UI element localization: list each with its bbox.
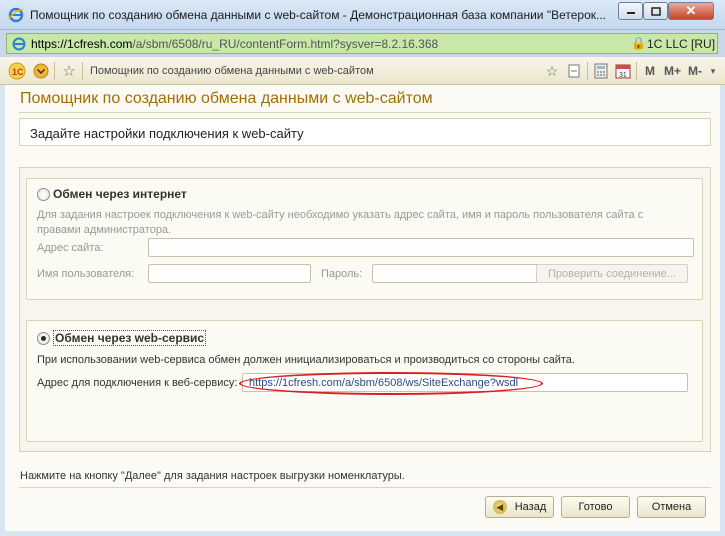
- minimize-button[interactable]: [618, 2, 643, 20]
- url-text: https://1cfresh.com/a/sbm/6508/ru_RU/con…: [31, 37, 438, 51]
- username-input[interactable]: [148, 264, 311, 283]
- check-connection-button[interactable]: Проверить соединение...: [536, 264, 688, 283]
- maximize-button[interactable]: [643, 2, 668, 20]
- done-button-label: Готово: [578, 501, 613, 513]
- webservice-address-label: Адрес для подключения к веб-сервису:: [37, 377, 238, 389]
- username-label: Имя пользователя:: [37, 268, 135, 280]
- toolbar-separator: [636, 62, 637, 80]
- url-host: https://1cfresh.com: [31, 37, 133, 51]
- form-content: Помощник по созданию обмена данными с we…: [5, 85, 720, 531]
- toolbar-separator: [54, 62, 55, 80]
- window-titlebar: Помощник по созданию обмена данными с we…: [0, 0, 725, 30]
- internet-exchange-group: Обмен через интернет Для задания настрое…: [26, 178, 703, 300]
- link-icon[interactable]: [565, 62, 583, 80]
- password-label: Пароль:: [321, 268, 363, 280]
- calculator-icon[interactable]: [592, 62, 610, 80]
- back-button[interactable]: ◀ Назад: [485, 496, 554, 518]
- page-title: Помощник по созданию обмена данными с we…: [20, 90, 433, 107]
- toolbar-separator: [82, 62, 83, 80]
- 1c-logo-icon[interactable]: 1С: [8, 62, 26, 80]
- internet-exchange-option[interactable]: Обмен через интернет: [37, 187, 187, 201]
- memory-plus-button[interactable]: M+: [664, 64, 681, 78]
- toolbar-overflow-icon[interactable]: ▾: [704, 62, 722, 80]
- memory-button[interactable]: M: [645, 64, 655, 78]
- maximize-icon: [650, 6, 661, 16]
- webservice-address-value: https://1cfresh.com/a/sbm/6508/ws/SiteEx…: [249, 377, 519, 389]
- minimize-icon: [626, 12, 635, 14]
- close-icon: ✕: [685, 3, 697, 18]
- title-divider: [19, 112, 711, 113]
- internet-exchange-label[interactable]: Обмен через интернет: [53, 187, 187, 201]
- internet-exchange-help: Для задания настроек подключения к web-с…: [37, 209, 644, 236]
- toolbar-separator: [587, 62, 588, 80]
- svg-text:1С: 1С: [12, 67, 24, 77]
- toolbar-page-label: Помощник по созданию обмена данными с we…: [90, 65, 374, 77]
- address-bar: https://1cfresh.com/a/sbm/6508/ru_RU/con…: [0, 30, 725, 57]
- star-icon[interactable]: ☆: [60, 62, 78, 80]
- internet-explorer-icon: [8, 7, 24, 23]
- cancel-button-label: Отмена: [651, 501, 692, 513]
- done-button[interactable]: Готово: [561, 496, 630, 518]
- site-address-label: Адрес сайта:: [37, 242, 104, 254]
- footer-divider: [19, 487, 711, 488]
- back-arrow-icon: ◀: [492, 500, 507, 514]
- url-field[interactable]: https://1cfresh.com/a/sbm/6508/ru_RU/con…: [6, 33, 718, 54]
- site-address-input[interactable]: [148, 238, 694, 257]
- webservice-exchange-label[interactable]: Обмен через web-сервис: [53, 330, 207, 346]
- webservice-exchange-radio[interactable]: [37, 331, 50, 345]
- step-header: Задайте настройки подключения к web-сайт…: [19, 118, 711, 146]
- url-path: /a/sbm/6508/ru_RU/contentForm.html?sysve…: [132, 37, 439, 51]
- window-title: Помощник по созданию обмена данными с we…: [30, 8, 606, 22]
- footnote-hint: Нажмите на кнопку "Далее" для задания на…: [20, 470, 405, 482]
- webservice-address-input[interactable]: https://1cfresh.com/a/sbm/6508/ws/SiteEx…: [242, 373, 688, 392]
- certificate-label[interactable]: 1C LLC [RU]: [647, 37, 715, 51]
- webservice-exchange-group: Обмен через web-сервис При использовании…: [26, 320, 703, 442]
- webservice-exchange-help: При использовании web-сервиса обмен долж…: [37, 354, 575, 366]
- back-button-label: Назад: [514, 501, 547, 513]
- page-icon: [12, 37, 26, 51]
- cancel-button[interactable]: Отмена: [637, 496, 706, 518]
- main-menu-icon[interactable]: [32, 62, 50, 80]
- webservice-exchange-option[interactable]: Обмен через web-сервис: [37, 330, 207, 346]
- calendar-icon[interactable]: 31: [614, 62, 632, 80]
- password-input[interactable]: [372, 264, 553, 283]
- app-toolbar: 1С ☆ Помощник по созданию обмена данными…: [0, 57, 725, 85]
- favorite-add-icon[interactable]: ☆: [543, 62, 561, 80]
- internet-exchange-radio[interactable]: [37, 187, 50, 201]
- step-title: Задайте настройки подключения к web-сайт…: [30, 126, 304, 141]
- svg-text:31: 31: [619, 72, 627, 79]
- memory-minus-button[interactable]: M-: [688, 64, 702, 78]
- lock-icon[interactable]: 🔒: [631, 36, 646, 50]
- close-button[interactable]: ✕: [668, 2, 714, 20]
